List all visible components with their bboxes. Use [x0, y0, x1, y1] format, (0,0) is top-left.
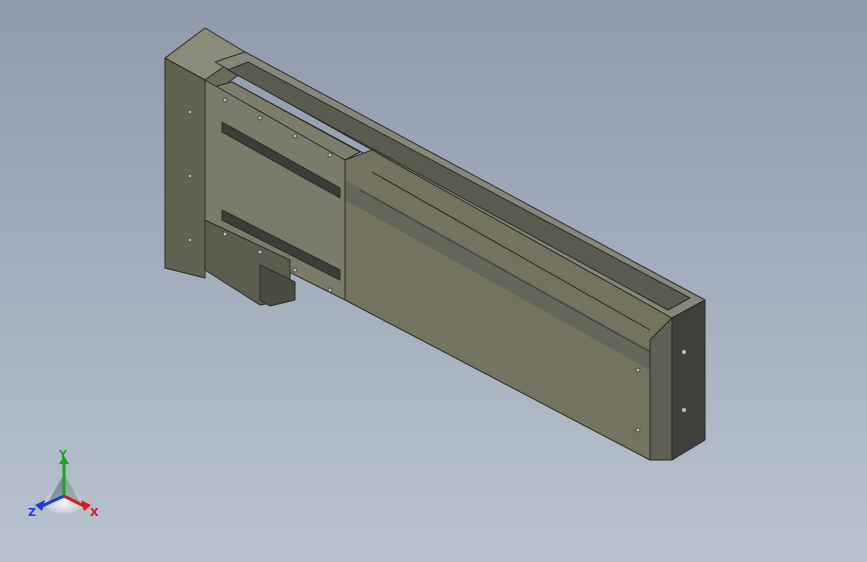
z-axis-label: Z	[28, 506, 36, 519]
y-axis-label: Y	[58, 448, 68, 461]
3d-viewport[interactable]: Y X Z	[0, 0, 867, 562]
x-axis-label: X	[90, 506, 99, 519]
right-end-cap-face	[649, 317, 673, 461]
z-axis-arrow-icon	[35, 500, 45, 511]
axis-triad: Y X Z	[28, 448, 99, 519]
right-end-cap-front	[671, 299, 706, 461]
left-end-block-front	[164, 57, 206, 279]
linear-actuator-model[interactable]	[0, 0, 867, 562]
